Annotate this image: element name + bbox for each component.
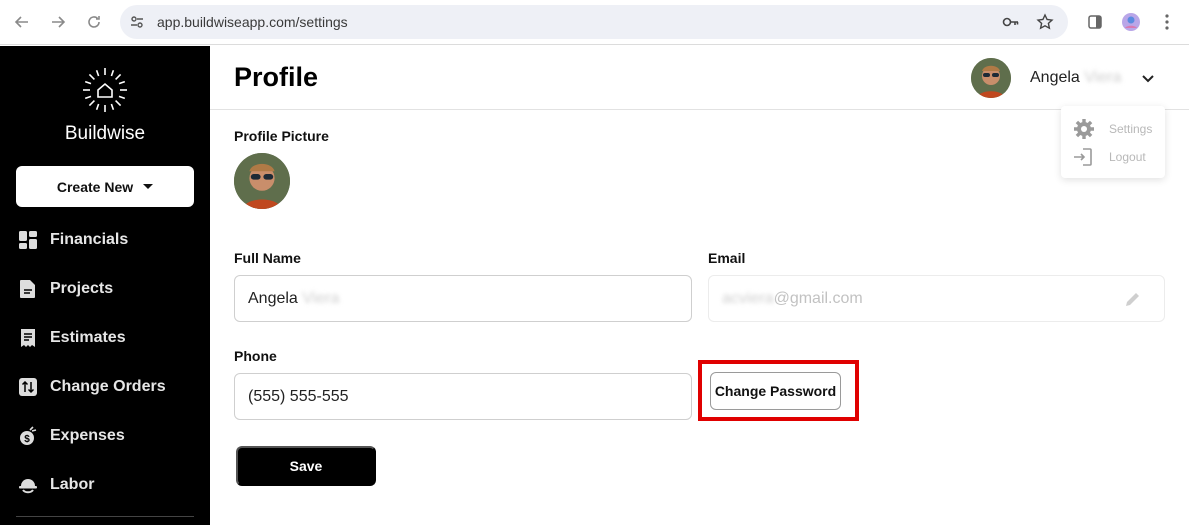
phone-field[interactable]: (555) 555-555 bbox=[234, 373, 692, 420]
sidebar-item-label: Projects bbox=[50, 280, 114, 297]
receipt-icon bbox=[21, 329, 35, 347]
profile-icon[interactable] bbox=[1120, 11, 1142, 33]
sidebar-item-label: Labor bbox=[50, 476, 95, 493]
reload-icon[interactable] bbox=[84, 12, 104, 32]
url-text[interactable]: app.buildwiseapp.com/settings bbox=[157, 14, 348, 30]
sidebar-divider bbox=[16, 516, 194, 517]
brand-name: Buildwise bbox=[64, 123, 146, 144]
header-divider bbox=[210, 109, 1189, 110]
create-new-label: Create New bbox=[56, 178, 134, 195]
sidebar-item-label: Change Orders bbox=[50, 378, 166, 395]
create-new-button[interactable]: Create New bbox=[16, 166, 194, 207]
forward-icon[interactable] bbox=[48, 12, 68, 32]
profile-picture-label: Profile Picture bbox=[234, 128, 329, 144]
sun-house-icon bbox=[83, 68, 127, 112]
profile-picture[interactable] bbox=[234, 153, 290, 209]
grid-icon bbox=[19, 231, 37, 249]
user-avatar[interactable] bbox=[971, 58, 1011, 98]
full-name-field[interactable]: Angela Viera bbox=[234, 275, 692, 322]
sidebar-item-labor[interactable]: Labor bbox=[18, 473, 94, 497]
menu-item-settings[interactable]: Settings bbox=[1073, 119, 1152, 139]
site-info-icon[interactable] bbox=[128, 13, 146, 31]
swap-icon bbox=[19, 378, 37, 396]
sidebar-item-label: Financials bbox=[50, 231, 129, 248]
brand-logo[interactable]: Buildwise bbox=[60, 66, 150, 145]
chevron-down-icon[interactable] bbox=[1140, 70, 1156, 86]
user-name[interactable]: Angela Viera bbox=[1030, 69, 1121, 87]
sidebar-item-label: Estimates bbox=[50, 329, 126, 346]
sidebar: Buildwise Create New Financials Projects… bbox=[0, 46, 210, 525]
sidepanel-icon[interactable] bbox=[1084, 11, 1106, 33]
address-bar[interactable]: app.buildwiseapp.com/settings bbox=[120, 5, 1068, 39]
hard-hat-icon bbox=[19, 479, 37, 494]
caret-down-icon bbox=[143, 184, 154, 189]
pencil-icon[interactable] bbox=[1124, 290, 1142, 308]
menu-item-logout[interactable]: Logout bbox=[1073, 147, 1146, 167]
logout-icon bbox=[1074, 148, 1092, 166]
email-field[interactable]: acviera @gmail.com bbox=[708, 275, 1165, 322]
sidebar-item-expenses[interactable]: $ Expenses bbox=[18, 424, 125, 448]
sidebar-item-projects[interactable]: Projects bbox=[18, 277, 113, 301]
sidebar-item-financials[interactable]: Financials bbox=[18, 228, 128, 252]
email-label: Email bbox=[708, 250, 746, 266]
gear-icon bbox=[1074, 119, 1094, 139]
browser-toolbar: app.buildwiseapp.com/settings bbox=[0, 0, 1189, 45]
back-icon[interactable] bbox=[12, 12, 32, 32]
kebab-icon[interactable] bbox=[1156, 11, 1178, 33]
key-icon[interactable] bbox=[1002, 13, 1020, 31]
change-password-button[interactable]: Change Password bbox=[710, 372, 841, 410]
phone-label: Phone bbox=[234, 348, 277, 364]
sidebar-item-label: Expenses bbox=[50, 427, 125, 444]
money-bag-icon: $ bbox=[20, 426, 37, 445]
sidebar-item-change-orders[interactable]: Change Orders bbox=[18, 375, 166, 399]
main-content: Profile Angela Viera Settings Logout Pro… bbox=[210, 46, 1189, 525]
page-title: Profile bbox=[234, 62, 319, 92]
star-icon[interactable] bbox=[1036, 13, 1054, 31]
svg-text:$: $ bbox=[24, 434, 30, 445]
user-menu: Settings Logout bbox=[1061, 106, 1165, 178]
document-icon bbox=[20, 280, 35, 298]
full-name-label: Full Name bbox=[234, 250, 301, 266]
sidebar-item-estimates[interactable]: Estimates bbox=[18, 326, 126, 350]
save-button[interactable]: Save bbox=[236, 446, 376, 486]
